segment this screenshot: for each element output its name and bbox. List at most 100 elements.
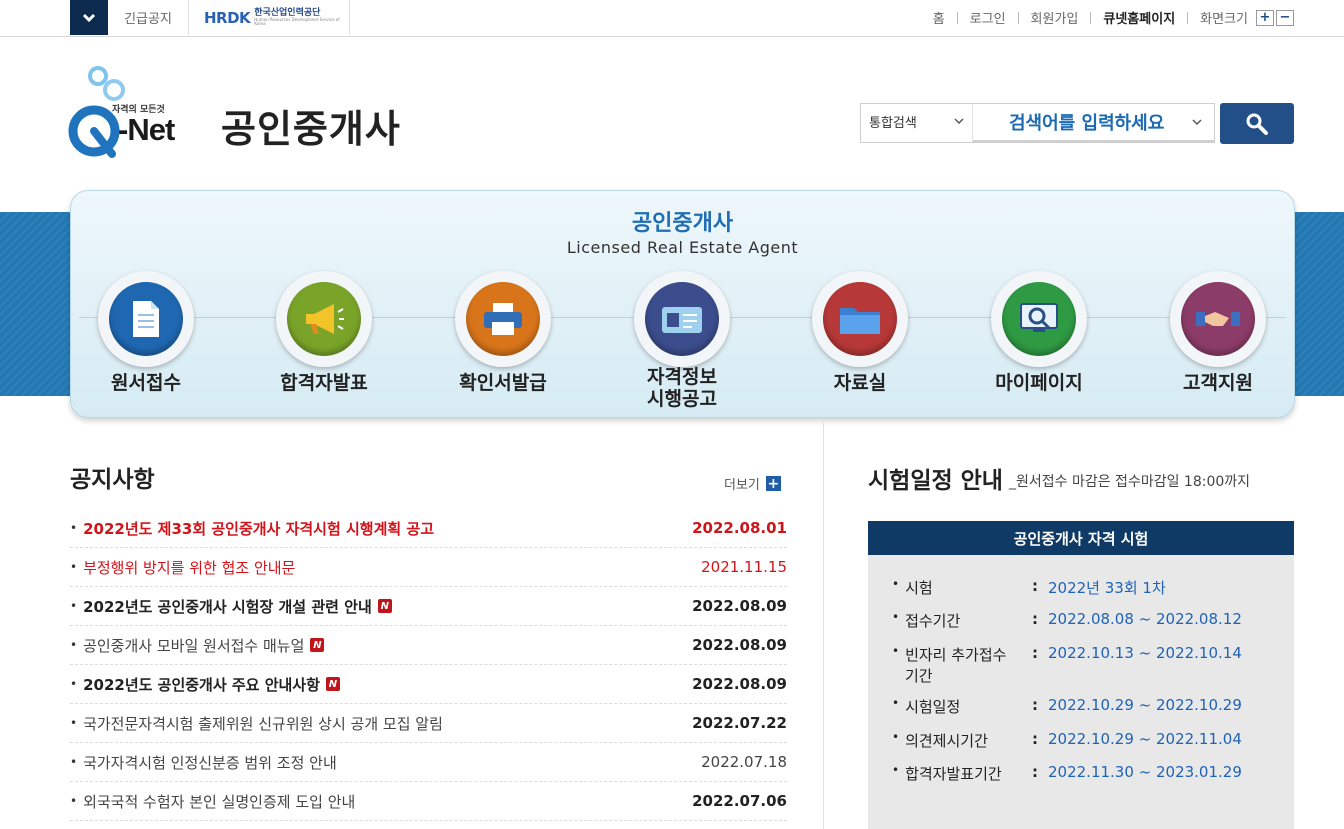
schedule-value: 2022.10.13 ~ 2022.10.14 [1048,644,1242,662]
page-title: 공인중개사 [221,107,401,151]
notice-item[interactable]: 부정행위 방지를 위한 협조 안내문 2021.11.15 [70,548,787,587]
menu-label-line1: 자격정보 [647,366,717,388]
top-utility-bar: 긴급공지 HRDK 한국산업인력공단 Human Resources Devel… [0,0,1344,37]
logo-text: -Net [118,112,175,147]
schedule-row: 합격자발표기간: 2022.11.30 ~ 2023.01.29 [892,763,1292,784]
notice-title: 국가전문자격시험 출제위원 신규위원 상시 공개 모집 알림 [83,714,443,733]
login-link[interactable]: 로그인 [970,8,1006,27]
hrdk-logo-eng: Human Resources Development Service of K… [254,17,340,26]
notice-section-title: 공지사항 [70,467,155,493]
menu-label: 자격정보 시행공고 [607,366,757,410]
menu-label-line2: 시행공고 [647,388,717,410]
notice-date: 2022.07.22 [692,714,787,732]
schedule-key: 빈자리 추가접수 기간 [892,644,1032,686]
schedule-row: 빈자리 추가접수 기간 : 2022.10.13 ~ 2022.10.14 [892,644,1292,686]
notice-title: 부정행위 방지를 위한 협조 안내문 [83,558,296,577]
schedule-value: 2022.11.30 ~ 2023.01.29 [1048,763,1242,781]
qnet-logo[interactable]: 자격의 모든것 -Net [68,66,208,162]
notice-title: 외국국적 수험자 본인 실명인증제 도입 안내 [83,792,356,811]
chevron-down-icon [954,118,964,125]
schedule-key: 시험 [892,577,1032,598]
menu-archive[interactable]: 자료실 [785,271,935,411]
notice-item[interactable]: 2022년도 제33회 공인중개사 자격시험 시행계획 공고 2022.08.0… [70,509,787,548]
schedule-row: 시험: 2022년 33회 1차 [892,577,1292,598]
schedule-key-line2: 기간 [905,667,933,685]
search-type-select[interactable]: 통합검색 [861,104,973,142]
menu-label: 마이페이지 [995,372,1083,394]
urgent-notice-link[interactable]: 긴급공지 [108,0,189,35]
notice-item[interactable]: 2022년도 공인중개사 주요 안내사항 N 2022.08.09 [70,665,787,704]
schedule-box: 공인중개사 자격 시험 시험: 2022년 33회 1차 접수기간: 2022.… [868,521,1294,829]
notice-item[interactable]: 2022년도 공인중개사 시험장 개설 관련 안내 N 2022.08.09 [70,587,787,626]
notice-more-link[interactable]: 더보기 + [724,474,781,493]
new-badge: N [325,677,340,691]
schedule-value: 2022.10.29 ~ 2022.11.04 [1048,730,1242,748]
megaphone-icon [306,304,344,334]
handshake-icon [1196,312,1240,326]
new-badge: N [377,599,392,613]
hero-panel: 공인중개사 Licensed Real Estate Agent 원서접수 합격… [70,190,1295,418]
notice-item[interactable]: 국가전문자격시험 출제위원 신규위원 상시 공개 모집 알림 2022.07.2… [70,704,787,743]
signup-link[interactable]: 회원가입 [1031,8,1079,27]
hrdk-logo-link[interactable]: HRDK 한국산업인력공단 Human Resources Developmen… [190,0,350,35]
chevron-down-icon [1192,119,1202,126]
search-button[interactable] [1220,103,1294,144]
notice-item[interactable]: 외국국적 수험자 본인 실명인증제 도입 안내 2022.07.06 [70,782,787,821]
menu-apply[interactable]: 원서접수 [71,271,221,411]
schedule-value: 2022.08.08 ~ 2022.08.12 [1048,610,1242,628]
notice-date: 2022.08.09 [692,636,787,654]
notice-date: 2022.07.06 [692,792,787,810]
notice-date: 2021.11.15 [701,558,787,576]
chevron-down-icon [82,13,96,22]
plus-icon: + [765,475,781,492]
id-card-icon [662,307,702,333]
site-menu-toggle[interactable] [70,0,108,35]
schedule-key: 의견제시기간 [892,730,1032,751]
notice-date: 2022.08.09 [692,597,787,615]
schedule-row: 시험일정: 2022.10.29 ~ 2022.10.29 [892,696,1292,717]
document-icon [133,301,159,337]
screen-size-label: 화면크기 [1200,12,1248,27]
menu-support[interactable]: 고객지원 [1143,271,1293,411]
home-link[interactable]: 홈 [933,8,945,27]
menu-mypage[interactable]: 마이페이지 [964,271,1114,411]
search-input[interactable]: 검색어를 입력하세요 [973,104,1214,142]
notice-title: 2022년도 제33회 공인중개사 자격시험 시행계획 공고 [83,519,435,538]
notice-item[interactable]: 국가자격시험 인정신분증 범위 조정 안내 2022.07.18 [70,743,787,782]
schedule-key: 합격자발표기간 [892,763,1032,784]
schedule-value: 2022년 33회 1차 [1048,579,1166,597]
zoom-in-button[interactable]: + [1256,9,1274,26]
qnet-home-link[interactable]: 큐넷홈페이지 [1103,8,1175,27]
monitor-search-icon [1020,303,1058,332]
notice-date: 2022.08.01 [692,519,787,537]
menu-label: 원서접수 [111,372,181,394]
hero-subtitle: Licensed Real Estate Agent [566,238,799,257]
notice-item[interactable]: 공인중개사 모바일 원서접수 매뉴얼 N 2022.08.09 [70,626,787,665]
search-icon [1246,113,1268,135]
schedule-key-line1: 빈자리 추가접수 [905,646,1007,664]
menu-label: 자료실 [833,372,887,394]
menu-exam-info[interactable]: 자격정보 시행공고 [607,271,757,411]
new-badge: N [310,638,325,652]
notice-title: 공인중개사 모바일 원서접수 매뉴얼 [83,636,305,655]
hrdk-logo-mark: HRDK [204,8,251,27]
notice-title: 2022년도 공인중개사 시험장 개설 관련 안내 [83,597,372,616]
menu-certificate[interactable]: 확인서발급 [428,271,578,411]
schedule-subtitle: _원서접수 마감은 접수마감일 18:00까지 [1009,474,1251,490]
utility-links: 홈 로그인 회원가입 큐넷홈페이지 화면크기 + − [933,0,1294,35]
page: 긴급공지 HRDK 한국산업인력공단 Human Resources Devel… [0,0,1344,829]
notice-date: 2022.07.18 [701,753,787,771]
schedule-box-title: 공인중개사 자격 시험 [868,521,1294,555]
search-placeholder: 검색어를 입력하세요 [1009,113,1165,134]
search-type-value: 통합검색 [869,116,917,131]
menu-results[interactable]: 합격자발표 [249,271,399,411]
zoom-out-button[interactable]: − [1276,9,1294,26]
menu-label: 합격자발표 [280,372,368,394]
menu-label: 확인서발급 [459,372,547,394]
schedule-value: 2022.10.29 ~ 2022.10.29 [1048,696,1242,714]
schedule-title: 시험일정 안내 [868,468,1003,494]
notice-title: 2022년도 공인중개사 주요 안내사항 [83,675,320,694]
schedule-row: 의견제시기간: 2022.10.29 ~ 2022.11.04 [892,730,1292,751]
schedule-key: 접수기간 [892,610,1032,631]
more-label: 더보기 [724,478,760,493]
